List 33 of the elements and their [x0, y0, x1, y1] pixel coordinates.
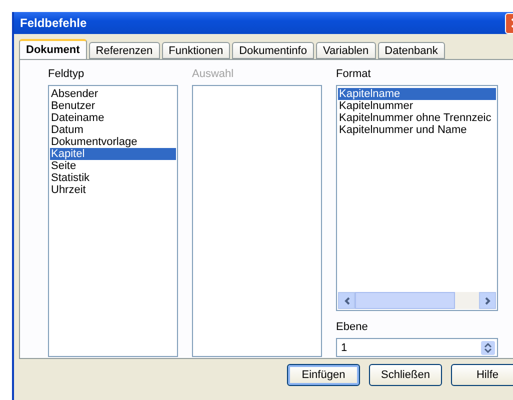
field-label: Feldtyp	[48, 68, 86, 80]
list-item[interactable]: Uhrzeit	[50, 184, 176, 196]
list-item[interactable]: Kapitelnummer und Name	[338, 124, 496, 136]
scroll-left-icon[interactable]	[338, 292, 355, 309]
spin-arrows-icon[interactable]	[481, 340, 495, 354]
field-label: Auswahl	[192, 68, 235, 80]
list-item[interactable]: Seite	[50, 160, 176, 172]
list-item[interactable]: Kapitel	[50, 148, 176, 160]
tab[interactable]: Referenzen	[88, 42, 160, 59]
list-item[interactable]: Dokumentvorlage	[50, 136, 176, 148]
level-spin-field[interactable]: 1	[336, 338, 498, 357]
dialog-button[interactable]: Hilfe	[451, 364, 513, 386]
dialog-button[interactable]: Schließen	[369, 364, 442, 386]
tab[interactable]: Variablen	[316, 42, 376, 59]
tab[interactable]: Dokument	[19, 39, 87, 59]
tab[interactable]: Funktionen	[162, 42, 230, 59]
list-item[interactable]: Kapitelname	[338, 88, 496, 100]
tab[interactable]: Datenbank	[378, 42, 445, 59]
list-item[interactable]: Datum	[50, 124, 176, 136]
tab[interactable]: Dokumentinfo	[232, 42, 314, 59]
list-item[interactable]: Absender	[50, 88, 176, 100]
scroll-right-icon[interactable]	[479, 292, 496, 309]
field-label: Ebene	[336, 321, 369, 333]
list-item[interactable]: Statistik	[50, 172, 176, 184]
field-label: Format	[336, 68, 372, 80]
window-title: Feldbefehle	[20, 16, 87, 30]
scroll-thumb[interactable]	[355, 292, 455, 309]
list-item[interactable]: Dateiname	[50, 112, 176, 124]
list-item[interactable]: Kapitelnummer	[338, 100, 496, 112]
horizontal-scrollbar[interactable]	[338, 292, 496, 309]
list-item[interactable]: Kapitelnummer ohne Trennzeic	[338, 112, 496, 124]
dialog-button[interactable]: Einfügen	[287, 364, 360, 386]
list-item[interactable]: Benutzer	[50, 100, 176, 112]
